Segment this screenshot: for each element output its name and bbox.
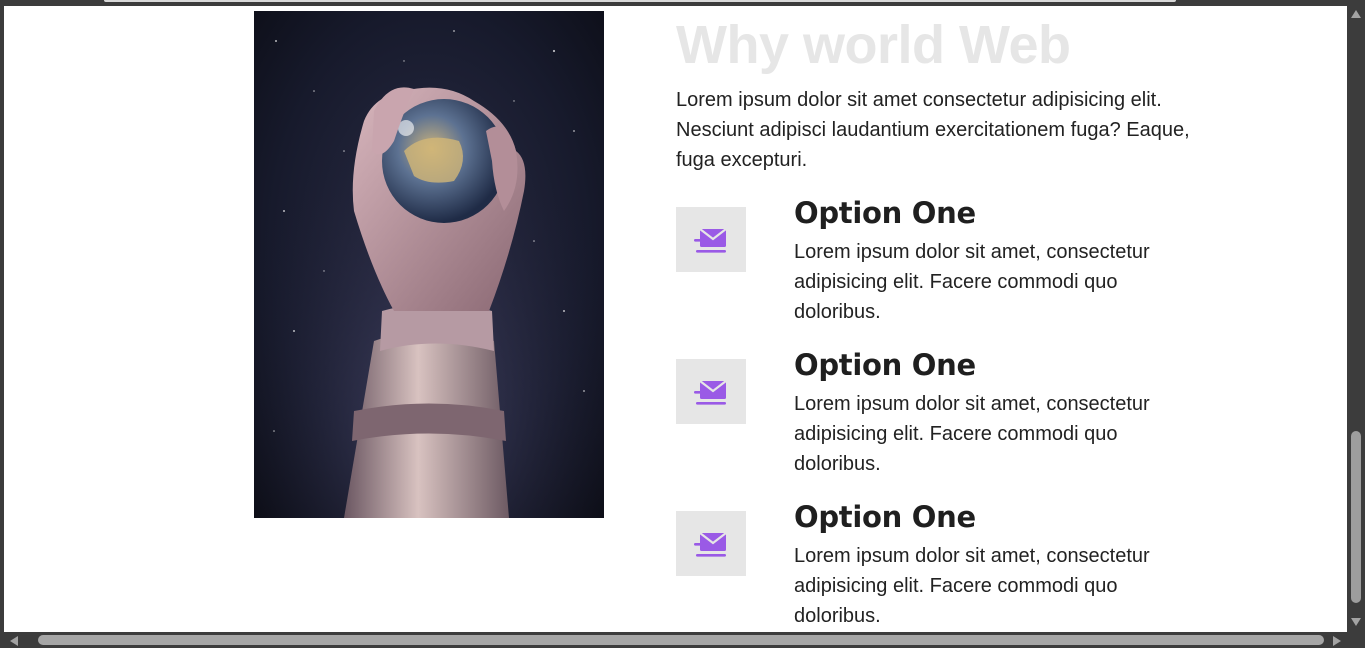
feature-icon-box — [676, 207, 746, 272]
feature-icon-box — [676, 359, 746, 424]
scroll-up-arrow-icon[interactable] — [1351, 10, 1361, 18]
vertical-scroll-thumb[interactable] — [1351, 431, 1361, 603]
feature-title: Option One — [794, 196, 976, 230]
feature-icon-box — [676, 511, 746, 576]
fast-mail-icon — [694, 227, 727, 253]
feature-text: Lorem ipsum dolor sit amet, consectetur … — [794, 241, 1150, 323]
scroll-right-arrow-icon[interactable] — [1333, 636, 1341, 646]
intro-paragraph: Lorem ipsum dolor sit amet consectetur a… — [676, 89, 1190, 171]
tab-edge — [104, 0, 1176, 2]
horizontal-scroll-thumb[interactable] — [38, 635, 1324, 645]
feature-item: Option One Lorem ipsum dolor sit amet, c… — [676, 500, 1236, 632]
vertical-scrollbar[interactable] — [1347, 6, 1365, 632]
page-viewport: Why world Web Lorem ipsum dolor sit amet… — [4, 6, 1347, 632]
astronaut-hand-earth-image — [254, 11, 604, 518]
fast-mail-icon — [694, 379, 727, 405]
feature-item: Option One Lorem ipsum dolor sit amet, c… — [676, 196, 1236, 347]
page-title: Why world Web — [676, 15, 1071, 75]
feature-title: Option One — [794, 348, 976, 382]
feature-title: Option One — [794, 500, 976, 534]
fast-mail-icon — [694, 531, 727, 557]
feature-item: Option One Lorem ipsum dolor sit amet, c… — [676, 348, 1236, 499]
horizontal-scrollbar[interactable] — [0, 632, 1347, 648]
scroll-left-arrow-icon[interactable] — [10, 636, 18, 646]
scrollbar-corner — [1347, 632, 1365, 648]
feature-text: Lorem ipsum dolor sit amet, consectetur … — [794, 393, 1150, 475]
scroll-down-arrow-icon[interactable] — [1351, 618, 1361, 626]
feature-text: Lorem ipsum dolor sit amet, consectetur … — [794, 545, 1150, 627]
